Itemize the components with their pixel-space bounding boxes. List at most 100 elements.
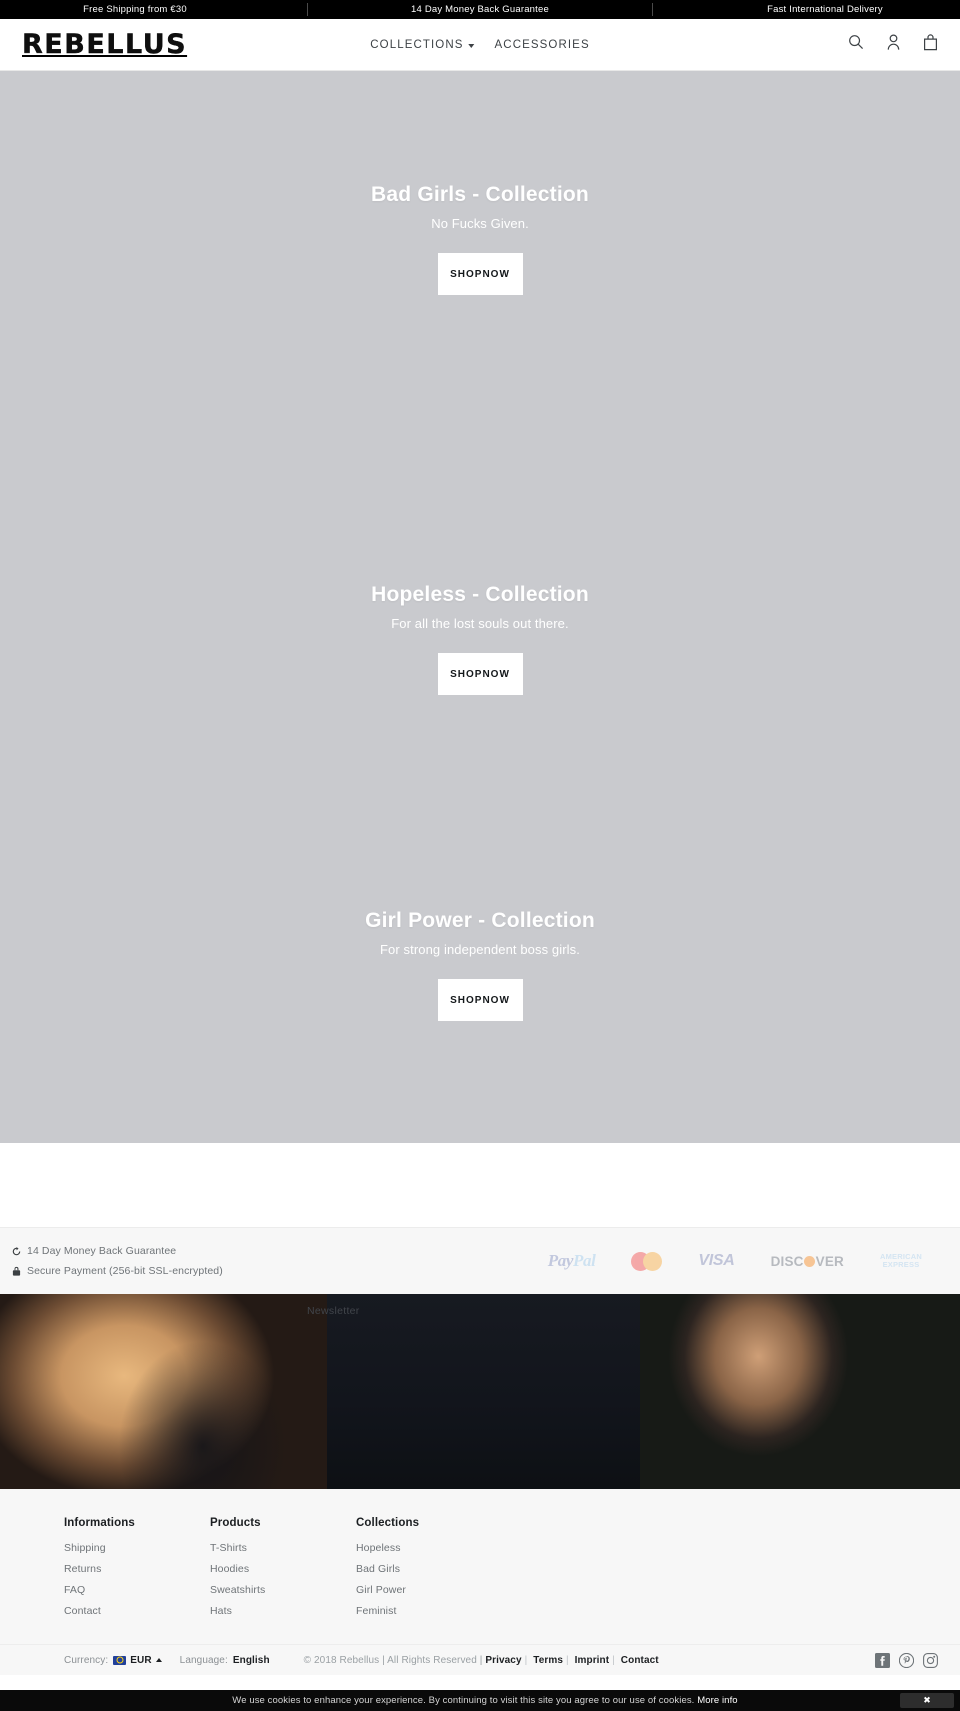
shop-now-line1: SHOP	[450, 994, 483, 1006]
footer-link-returns[interactable]: Returns	[64, 1563, 210, 1575]
trust-secure-label: Secure Payment (256-bit SSL-encrypted)	[27, 1265, 223, 1277]
search-icon[interactable]	[848, 34, 864, 55]
nav-item-collections[interactable]: COLLECTIONS	[370, 38, 475, 51]
nav-item-accessories[interactable]: ACCESSORIES	[495, 39, 590, 51]
newsletter-image-right	[640, 1294, 960, 1489]
mastercard-icon	[631, 1251, 663, 1271]
footer-column-products: Products T-Shirts Hoodies Sweatshirts Ha…	[210, 1517, 356, 1626]
pinterest-icon[interactable]	[899, 1652, 914, 1668]
hero-slide-hopeless[interactable]: Hopeless - Collection For all the lost s…	[0, 471, 960, 797]
footer-link-sweatshirts[interactable]: Sweatshirts	[210, 1584, 356, 1596]
trust-guarantee-label: 14 Day Money Back Guarantee	[27, 1245, 177, 1257]
footer-bottom-bar: Currency: EUR Language: English © 2018 R…	[0, 1644, 960, 1675]
footer-link-hats[interactable]: Hats	[210, 1605, 356, 1617]
legal-link-imprint[interactable]: Imprint	[575, 1655, 610, 1666]
legal-link-privacy[interactable]: Privacy	[485, 1655, 521, 1666]
language-value: English	[232, 1654, 270, 1666]
footer-link-hoodies[interactable]: Hoodies	[210, 1563, 356, 1575]
footer-link-tshirts[interactable]: T-Shirts	[210, 1542, 356, 1554]
shop-now-line1: SHOP	[450, 668, 483, 680]
site-footer: Informations Shipping Returns FAQ Contac…	[0, 1489, 960, 1644]
currency-value: EUR	[130, 1654, 152, 1666]
footer-column-collections: Collections Hopeless Bad Girls Girl Powe…	[356, 1517, 502, 1626]
main-navigation: COLLECTIONS ACCESSORIES	[370, 39, 589, 51]
footer-column-informations: Informations Shipping Returns FAQ Contac…	[64, 1517, 210, 1626]
footer-link-feminist[interactable]: Feminist	[356, 1605, 502, 1617]
cookie-message-text: We use cookies to enhance your experienc…	[232, 1695, 695, 1706]
facebook-icon[interactable]	[875, 1652, 890, 1668]
announcement-item-2: 14 Day Money Back Guarantee	[411, 4, 549, 15]
shop-now-button[interactable]: SHOP NOW	[437, 979, 523, 1022]
newsletter-image-center	[327, 1294, 640, 1489]
chevron-down-icon	[468, 43, 475, 48]
hero-slide-girl-power[interactable]: Girl Power - Collection For strong indep…	[0, 797, 960, 1143]
footer-link-contact[interactable]: Contact	[64, 1605, 210, 1617]
shop-now-line2: NOW	[482, 268, 510, 280]
cookie-consent-bar: We use cookies to enhance your experienc…	[0, 1690, 960, 1711]
shop-now-line1: SHOP	[450, 268, 483, 280]
shop-now-line2: NOW	[482, 994, 510, 1006]
hero-title: Hopeless - Collection	[371, 583, 589, 606]
instagram-icon[interactable]	[923, 1652, 938, 1668]
legal-link-terms[interactable]: Terms	[533, 1655, 563, 1666]
newsletter-section: Newsletter	[0, 1294, 960, 1489]
shop-now-line2: NOW	[482, 668, 510, 680]
announcement-item-1: Free Shipping from €30	[83, 4, 187, 15]
legal-link-contact[interactable]: Contact	[621, 1655, 659, 1666]
cart-icon[interactable]	[923, 33, 938, 56]
visa-icon: VISA	[698, 1252, 735, 1269]
hero-subtitle: For all the lost souls out there.	[391, 616, 569, 632]
hero-subtitle: For strong independent boss girls.	[380, 942, 580, 958]
cookie-message: We use cookies to enhance your experienc…	[0, 1695, 900, 1706]
footer-column-title: Collections	[356, 1517, 420, 1529]
nav-item-accessories-label: ACCESSORIES	[494, 38, 590, 51]
logo[interactable]: REBELLUS	[22, 31, 187, 58]
hero-slide-bad-girls[interactable]: Bad Girls - Collection No Fucks Given. S…	[0, 71, 960, 471]
hero-subtitle: No Fucks Given.	[431, 216, 529, 232]
footer-link-faq[interactable]: FAQ	[64, 1584, 210, 1596]
trust-bar: 14 Day Money Back Guarantee Secure Payme…	[0, 1227, 960, 1294]
trust-secure: Secure Payment (256-bit SSL-encrypted)	[12, 1265, 223, 1277]
account-icon[interactable]	[886, 34, 901, 56]
footer-link-hopeless[interactable]: Hopeless	[356, 1542, 502, 1554]
american-express-icon: AMERICAN EXPRESS	[879, 1251, 922, 1269]
announcement-bar: Free Shipping from €30 14 Day Money Back…	[0, 0, 960, 19]
social-links	[875, 1652, 944, 1668]
copyright: © 2018 Rebellus | All Rights Reserved | …	[303, 1654, 659, 1666]
eu-flag-icon	[113, 1655, 127, 1665]
copyright-text: © 2018 Rebellus | All Rights Reserved |	[303, 1654, 483, 1666]
nav-item-collections-label: COLLECTIONS	[370, 38, 464, 51]
announcement-item-3: Fast International Delivery	[767, 4, 883, 15]
newsletter-image-left	[0, 1294, 327, 1489]
currency-label: Currency:	[64, 1654, 109, 1666]
footer-link-shipping[interactable]: Shipping	[64, 1542, 210, 1554]
shop-now-button[interactable]: SHOP NOW	[437, 653, 523, 696]
footer-columns: Informations Shipping Returns FAQ Contac…	[0, 1517, 960, 1626]
language-selector[interactable]: English	[233, 1655, 270, 1666]
currency-selector[interactable]: EUR	[113, 1654, 162, 1666]
lock-icon	[12, 1266, 21, 1276]
header-actions	[848, 33, 938, 56]
newsletter-heading: Newsletter	[307, 1305, 360, 1317]
hero-slideshow: Bad Girls - Collection No Fucks Given. S…	[0, 71, 960, 1143]
language-label: Language:	[179, 1654, 228, 1666]
refresh-icon	[12, 1246, 21, 1256]
content-spacer	[0, 1143, 960, 1227]
hero-title: Bad Girls - Collection	[371, 183, 589, 206]
trust-guarantee: 14 Day Money Back Guarantee	[12, 1245, 223, 1257]
paypal-icon: PayPal	[547, 1251, 596, 1270]
cookie-more-info-link[interactable]: More info	[697, 1695, 738, 1706]
discover-icon: DISC VER	[770, 1253, 844, 1269]
footer-link-bad-girls[interactable]: Bad Girls	[356, 1563, 502, 1575]
announcement-divider	[652, 3, 653, 16]
trust-statements: 14 Day Money Back Guarantee Secure Payme…	[12, 1245, 223, 1277]
payment-methods: PayPal VISA DISC VER AMERICAN EXPRESS	[548, 1251, 944, 1271]
cookie-close-button[interactable]: ✖	[900, 1693, 954, 1708]
site-header: REBELLUS COLLECTIONS ACCESSORIES	[0, 19, 960, 71]
hero-title: Girl Power - Collection	[365, 909, 595, 932]
chevron-up-icon	[155, 1658, 162, 1662]
shop-now-button[interactable]: SHOP NOW	[437, 253, 523, 296]
footer-link-girl-power[interactable]: Girl Power	[356, 1584, 502, 1596]
footer-column-title: Informations	[64, 1517, 135, 1529]
announcement-divider	[307, 3, 308, 16]
